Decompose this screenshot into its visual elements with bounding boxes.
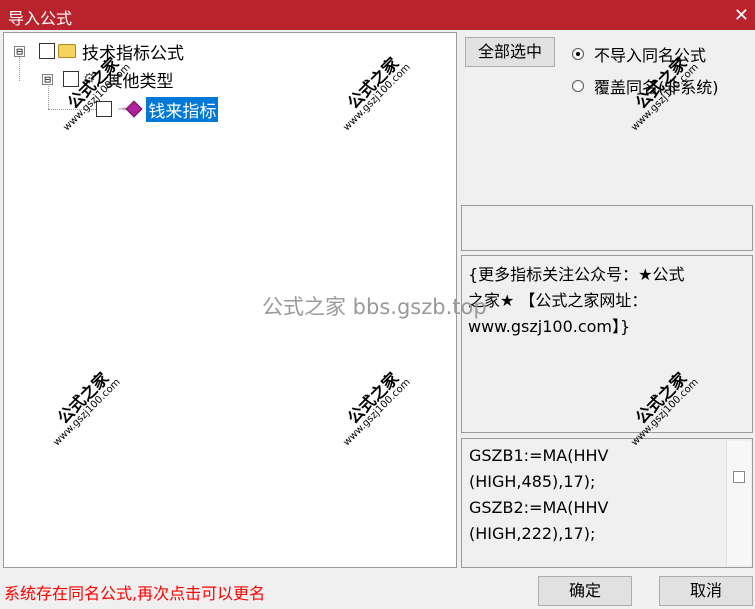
formula-description: {更多指标关注公众号：★公式 之家★ 【公式之家网址： www.gszj100.… [461,255,753,433]
center-watermark: 公式之家 bbs.gszb.top [262,295,487,319]
tree-node-label-selected: 钱来指标 [146,96,219,122]
radio-icon[interactable] [572,80,584,92]
collapse-icon[interactable]: ⊟ [14,45,25,57]
tree-node-label: 技术指标公式 [82,43,184,64]
option-label: 不导入同名公式 [594,46,707,65]
window-title: 导入公式 [8,9,73,28]
cancel-button[interactable]: 取消 [659,576,753,606]
option-label: 覆盖同名(非系统) [594,78,719,97]
radio-checked-icon[interactable] [572,48,584,60]
status-message: 系统存在同名公式,再次点击可以更名 [4,584,266,603]
collapse-icon[interactable]: ⊟ [42,73,53,85]
option-no-import[interactable]: 不导入同名公式 [572,42,706,66]
formula-code: GSZB1:=MA(HHV (HIGH,485),17); GSZB2:=MA(… [469,446,609,543]
tree-node-label: 其他类型 [105,71,174,92]
gear-icon: ⚙ [83,71,96,87]
title-bar: 导入公式 ✕ [0,0,755,30]
tree-connector [48,109,96,110]
scrollbar[interactable] [726,441,751,565]
description-line: {更多指标关注公众号：★公式 [468,265,685,284]
group-checkbox[interactable] [63,71,79,87]
rename-field[interactable] [461,205,753,251]
select-all-button[interactable]: 全部选中 [465,37,555,67]
scroll-thumb[interactable] [733,471,745,483]
description-line: 之家★ 【公式之家网址： [468,291,648,310]
tree-node-root[interactable]: ⊟ 技术指标公式 [14,39,184,64]
tree-node-leaf[interactable]: ⊸ 钱来指标 [96,96,219,122]
ok-button[interactable]: 确定 [538,576,632,606]
root-checkbox[interactable] [39,43,55,59]
close-icon[interactable]: ✕ [734,5,749,26]
folder-icon [58,44,76,58]
option-overwrite[interactable]: 覆盖同名(非系统) [572,74,719,98]
leaf-checkbox[interactable] [96,101,112,117]
description-line: www.gszj100.com】} [468,317,631,336]
formula-code-view[interactable]: GSZB1:=MA(HHV (HIGH,485),17); GSZB2:=MA(… [461,438,753,568]
indicator-icon [125,100,143,118]
tree-node-group[interactable]: ⊟ ⚙ 其他类型 [42,67,174,92]
